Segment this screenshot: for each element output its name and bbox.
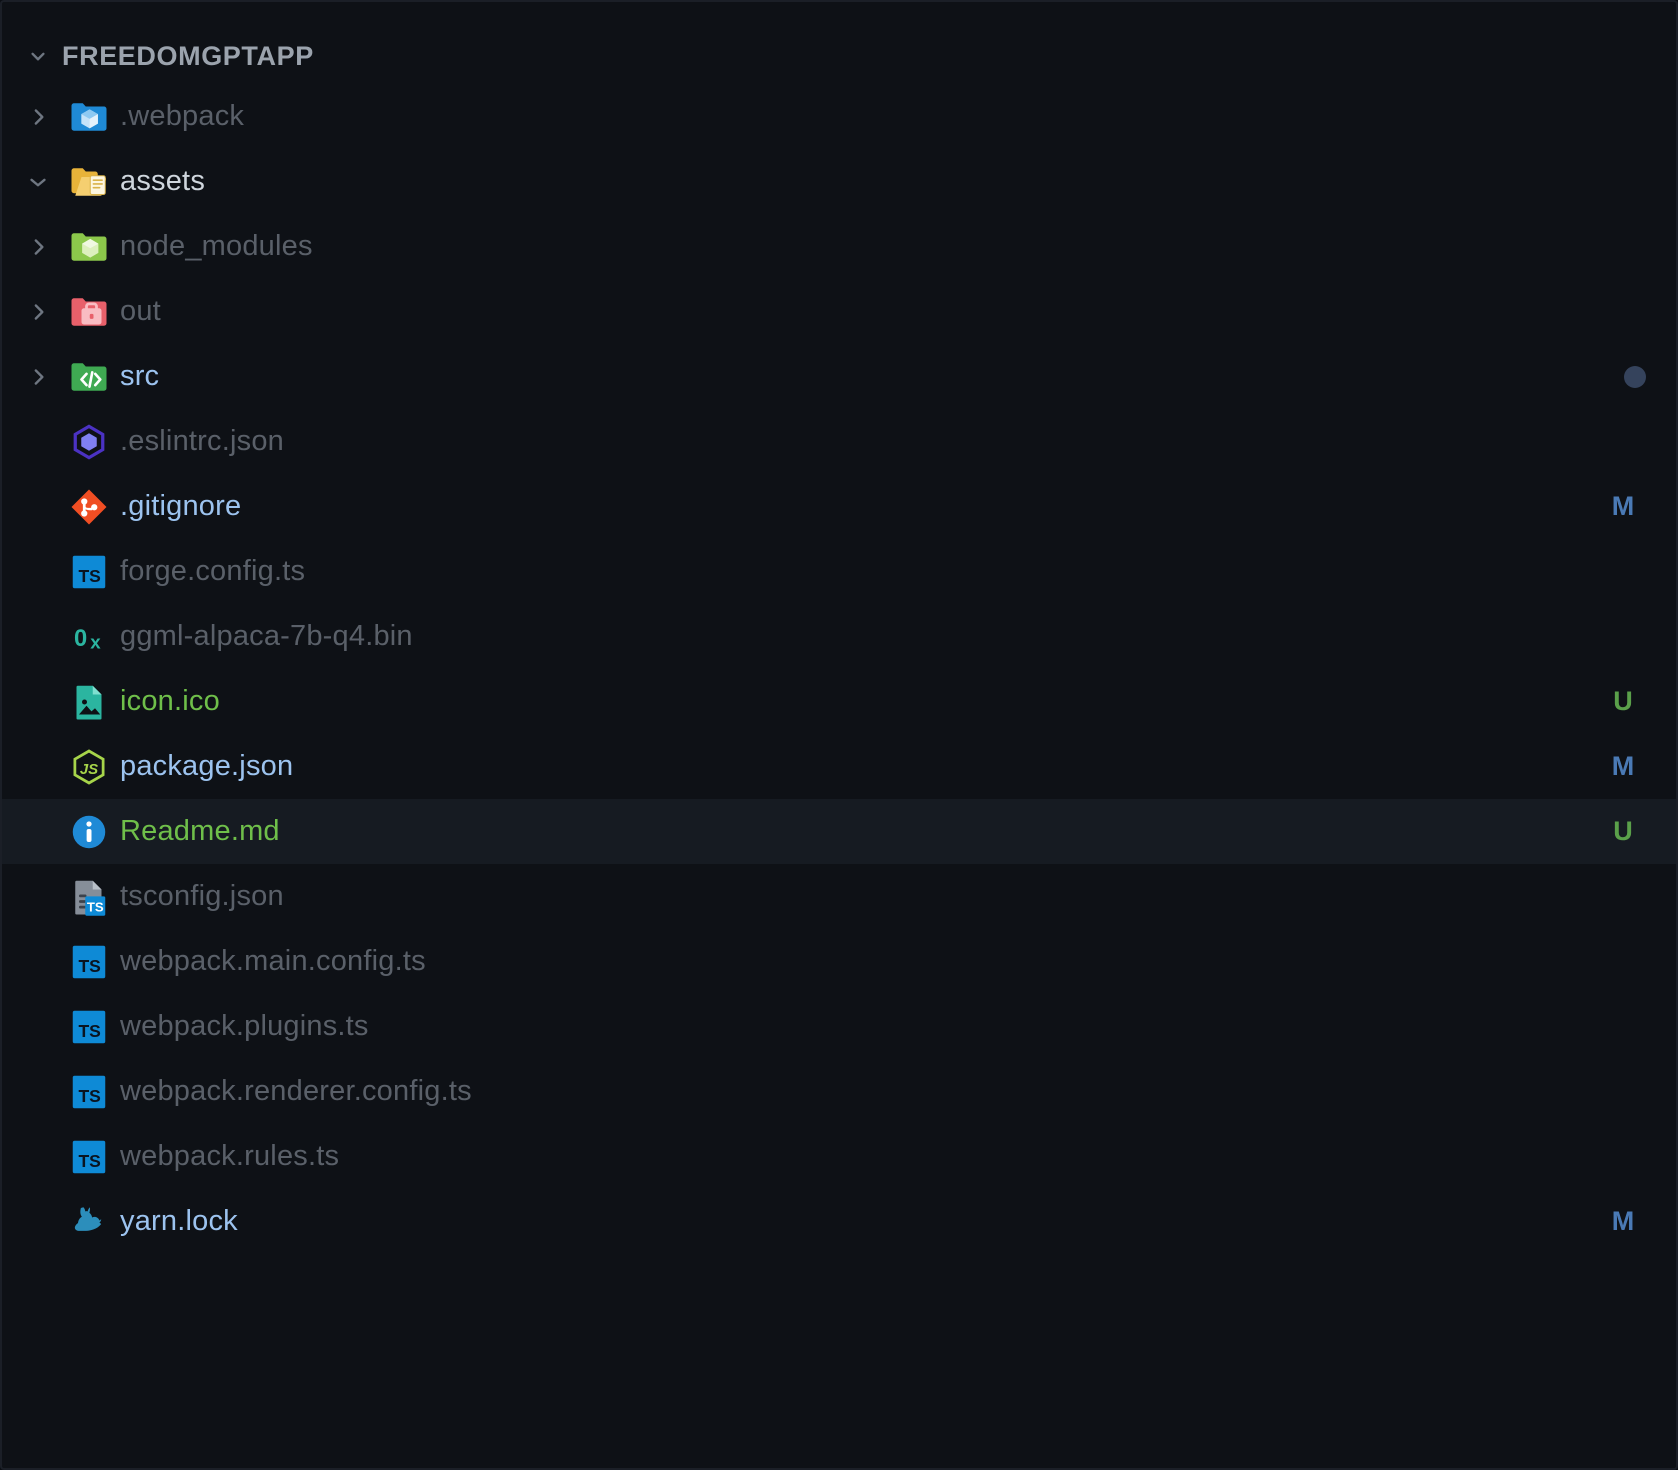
workspace-root-title: FREEDOMGPTAPP: [62, 40, 314, 71]
svg-text:JS: JS: [80, 760, 98, 777]
typescript-icon: TS: [58, 1007, 120, 1047]
folder-assets-icon: [58, 162, 120, 202]
tree-item-label: webpack.plugins.ts: [120, 1010, 369, 1042]
git-status-badge: U: [1613, 816, 1633, 846]
tree-file-row[interactable]: icon.ico U: [2, 669, 1676, 734]
git-status-badge: M: [1611, 491, 1635, 521]
folder-change-dot-indicator: [1624, 365, 1646, 388]
tree-item-label: assets: [120, 165, 206, 197]
yarn-icon: [58, 1202, 120, 1242]
tree-file-row[interactable]: TS webpack.plugins.ts: [2, 994, 1676, 1059]
tree-item-label: .eslintrc.json: [120, 425, 284, 457]
tsconfig-icon: TS: [58, 877, 120, 917]
svg-text:TS: TS: [78, 956, 100, 976]
git-icon: [58, 487, 120, 527]
tree-file-row[interactable]: .eslintrc.json: [2, 409, 1676, 474]
file-tree: .webpack assets node_modulesout src .eslintr…: [2, 84, 1676, 1254]
tree-file-row[interactable]: TS tsconfig.json: [2, 864, 1676, 929]
tree-item-label: Readme.md: [120, 815, 280, 847]
git-status-badge: M: [1611, 1206, 1635, 1236]
tree-file-row[interactable]: Readme.md U: [2, 799, 1676, 864]
svg-text:TS: TS: [78, 1151, 100, 1171]
tree-file-row[interactable]: TS webpack.main.config.ts: [2, 929, 1676, 994]
typescript-icon: TS: [58, 942, 120, 982]
tree-item-label: src: [120, 360, 160, 392]
tree-item-label: yarn.lock: [120, 1205, 238, 1237]
tree-file-row[interactable]: TS forge.config.ts: [2, 539, 1676, 604]
git-status-badge: U: [1613, 686, 1633, 716]
tree-item-label: icon.ico: [120, 685, 220, 717]
chevron-down-icon[interactable]: [18, 169, 58, 195]
chevron-right-icon[interactable]: [18, 299, 58, 325]
tree-folder-row[interactable]: node_modules: [2, 214, 1676, 279]
tree-file-row[interactable]: TS webpack.renderer.config.ts: [2, 1059, 1676, 1124]
tree-folder-row[interactable]: assets: [2, 149, 1676, 214]
tree-item-label: webpack.rules.ts: [120, 1140, 340, 1172]
tree-item-label: forge.config.ts: [120, 555, 306, 587]
eslint-icon: [58, 422, 120, 462]
tree-item-label: webpack.renderer.config.ts: [120, 1075, 472, 1107]
chevron-right-icon[interactable]: [18, 364, 58, 390]
explorer-section-header[interactable]: FREEDOMGPTAPP: [2, 28, 1676, 84]
chevron-down-icon[interactable]: [18, 43, 58, 69]
tree-file-row[interactable]: yarn.lock M: [2, 1189, 1676, 1254]
typescript-icon: TS: [58, 552, 120, 592]
tree-item-label: node_modules: [120, 230, 313, 262]
info-circle-icon: [58, 812, 120, 852]
file-explorer-panel: FREEDOMGPTAPP .webpack assets node_modules…: [0, 0, 1678, 1470]
typescript-icon: TS: [58, 1072, 120, 1112]
svg-text:TS: TS: [78, 566, 100, 586]
tree-folder-row[interactable]: src: [2, 344, 1676, 409]
folder-node-icon: [58, 227, 120, 267]
image-icon: [58, 682, 120, 722]
svg-text:TS: TS: [78, 1021, 100, 1041]
svg-text:0: 0: [74, 624, 87, 651]
tree-folder-row[interactable]: .webpack: [2, 84, 1676, 149]
tree-file-row[interactable]: TS webpack.rules.ts: [2, 1124, 1676, 1189]
tree-item-label: webpack.main.config.ts: [120, 945, 426, 977]
svg-text:TS: TS: [78, 1086, 100, 1106]
tree-item-label: out: [120, 295, 161, 327]
tree-file-row[interactable]: JS package.json M: [2, 734, 1676, 799]
folder-src-icon: [58, 357, 120, 397]
binary-icon: 0x: [58, 617, 120, 657]
git-status-badge: M: [1611, 751, 1635, 781]
tree-item-label: package.json: [120, 750, 294, 782]
svg-text:x: x: [90, 631, 101, 652]
tree-item-label: ggml-alpaca-7b-q4.bin: [120, 620, 413, 652]
tree-file-row[interactable]: .gitignore M: [2, 474, 1676, 539]
chevron-right-icon[interactable]: [18, 234, 58, 260]
tree-item-label: tsconfig.json: [120, 880, 284, 912]
tree-folder-row[interactable]: out: [2, 279, 1676, 344]
tree-file-row[interactable]: 0 x ggml-alpaca-7b-q4.bin: [2, 604, 1676, 669]
chevron-right-icon[interactable]: [18, 104, 58, 130]
typescript-icon: TS: [58, 1137, 120, 1177]
nodejs-json-icon: JS: [58, 747, 120, 787]
svg-text:TS: TS: [87, 899, 104, 914]
folder-out-icon: [58, 292, 120, 332]
tree-item-label: .webpack: [120, 100, 245, 132]
folder-webpack-icon: [58, 97, 120, 137]
tree-item-label: .gitignore: [120, 490, 242, 522]
